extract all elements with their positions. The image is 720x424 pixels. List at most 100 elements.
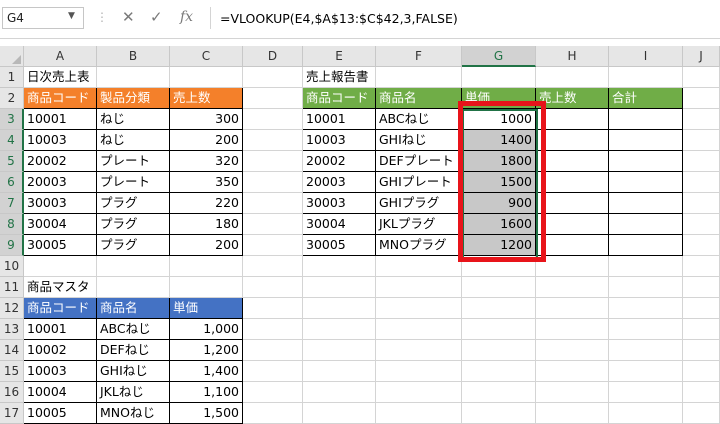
cell-e15[interactable] — [303, 361, 376, 382]
cell-j3[interactable] — [683, 109, 720, 130]
sales_report-cell-r4-c2[interactable]: 900 — [462, 193, 536, 214]
product_master-cell-r0-c1[interactable]: ABCねじ — [97, 319, 170, 340]
cell-c11[interactable] — [170, 277, 243, 298]
sales_report-header-0[interactable]: 商品コード — [303, 88, 376, 109]
column-header-e[interactable]: E — [303, 46, 376, 67]
cell-j17[interactable] — [683, 403, 720, 424]
row-header-13[interactable]: 13 — [0, 319, 24, 340]
daily_sales-cell-r0-c2[interactable]: 300 — [170, 109, 243, 130]
sales_report-cell-r3-c3[interactable] — [536, 172, 609, 193]
product_master-header-2[interactable]: 単価 — [170, 298, 243, 319]
cell-j6[interactable] — [683, 172, 720, 193]
cell-f11[interactable] — [376, 277, 462, 298]
cell-c10[interactable] — [170, 256, 243, 277]
row-header-9[interactable]: 9 — [0, 235, 24, 256]
cell-c1[interactable] — [170, 67, 243, 88]
cell-g16[interactable] — [462, 382, 536, 403]
daily_sales-cell-r6-c1[interactable]: プラグ — [97, 235, 170, 256]
daily_sales-cell-r2-c1[interactable]: プレート — [97, 151, 170, 172]
cell-d12[interactable] — [243, 298, 303, 319]
cell-i16[interactable] — [609, 382, 683, 403]
cell-d14[interactable] — [243, 340, 303, 361]
select-all-corner[interactable] — [0, 46, 24, 67]
column-header-j[interactable]: J — [683, 46, 720, 67]
sales_report-cell-r4-c0[interactable]: 30003 — [303, 193, 376, 214]
cell-a10[interactable] — [24, 256, 97, 277]
sales_report-cell-r0-c4[interactable] — [609, 109, 683, 130]
daily_sales-cell-r3-c2[interactable]: 350 — [170, 172, 243, 193]
daily_sales-header-0[interactable]: 商品コード — [24, 88, 97, 109]
cell-j9[interactable] — [683, 235, 720, 256]
product_master-cell-r2-c1[interactable]: GHIねじ — [97, 361, 170, 382]
cell-e11[interactable] — [303, 277, 376, 298]
row-header-6[interactable]: 6 — [0, 172, 24, 193]
daily_sales-header-2[interactable]: 売上数 — [170, 88, 243, 109]
sales_report-header-4[interactable]: 合計 — [609, 88, 683, 109]
cell-i15[interactable] — [609, 361, 683, 382]
cell-e17[interactable] — [303, 403, 376, 424]
column-header-a[interactable]: A — [24, 46, 97, 67]
daily_sales-cell-r1-c2[interactable]: 200 — [170, 130, 243, 151]
cell-d7[interactable] — [243, 193, 303, 214]
sales_report-cell-r6-c4[interactable] — [609, 235, 683, 256]
cell-e14[interactable] — [303, 340, 376, 361]
sales_report-cell-r5-c0[interactable]: 30004 — [303, 214, 376, 235]
sales_report-cell-r5-c2[interactable]: 1600 — [462, 214, 536, 235]
cell-g15[interactable] — [462, 361, 536, 382]
cell-j16[interactable] — [683, 382, 720, 403]
cell-i1[interactable] — [609, 67, 683, 88]
cell-j8[interactable] — [683, 214, 720, 235]
sales_report-cell-r2-c1[interactable]: DEFプレート — [376, 151, 462, 172]
cell-e12[interactable] — [303, 298, 376, 319]
product_master-cell-r4-c2[interactable]: 1,500 — [170, 403, 243, 424]
row-header-1[interactable]: 1 — [0, 67, 24, 88]
sales_report-cell-r6-c1[interactable]: MNOプラグ — [376, 235, 462, 256]
row-header-7[interactable]: 7 — [0, 193, 24, 214]
sales_report-cell-r5-c4[interactable] — [609, 214, 683, 235]
sales_report-cell-r2-c4[interactable] — [609, 151, 683, 172]
product_master-cell-r2-c0[interactable]: 10003 — [24, 361, 97, 382]
cell-h16[interactable] — [536, 382, 609, 403]
cell-e16[interactable] — [303, 382, 376, 403]
daily_sales-cell-r6-c2[interactable]: 200 — [170, 235, 243, 256]
column-header-c[interactable]: C — [170, 46, 243, 67]
cell-h10[interactable] — [536, 256, 609, 277]
cell-d15[interactable] — [243, 361, 303, 382]
cell-d13[interactable] — [243, 319, 303, 340]
sales_report-cell-r4-c1[interactable]: GHIプラグ — [376, 193, 462, 214]
cell-e10[interactable] — [303, 256, 376, 277]
cell-h1[interactable] — [536, 67, 609, 88]
cell-d11[interactable] — [243, 277, 303, 298]
sales_report-cell-r0-c1[interactable]: ABCねじ — [376, 109, 462, 130]
sales_report-cell-r2-c2[interactable]: 1800 — [462, 151, 536, 172]
product_master-cell-r1-c2[interactable]: 1,200 — [170, 340, 243, 361]
column-header-i[interactable]: I — [609, 46, 683, 67]
cell-j4[interactable] — [683, 130, 720, 151]
row-header-10[interactable]: 10 — [0, 256, 24, 277]
row-header-12[interactable]: 12 — [0, 298, 24, 319]
daily_sales-cell-r4-c1[interactable]: プラグ — [97, 193, 170, 214]
product_master-header-1[interactable]: 商品名 — [97, 298, 170, 319]
column-header-b[interactable]: B — [97, 46, 170, 67]
daily_sales-cell-r1-c1[interactable]: ねじ — [97, 130, 170, 151]
product_master-header-0[interactable]: 商品コード — [24, 298, 97, 319]
cell-j2[interactable] — [683, 88, 720, 109]
cell-d3[interactable] — [243, 109, 303, 130]
cell-d6[interactable] — [243, 172, 303, 193]
cell-g12[interactable] — [462, 298, 536, 319]
daily_sales-cell-r5-c0[interactable]: 30004 — [24, 214, 97, 235]
row-header-15[interactable]: 15 — [0, 361, 24, 382]
cell-j11[interactable] — [683, 277, 720, 298]
cell-i17[interactable] — [609, 403, 683, 424]
row-header-11[interactable]: 11 — [0, 277, 24, 298]
name-box-dropdown-icon[interactable]: ▼ — [68, 11, 75, 21]
daily_sales-cell-r5-c2[interactable]: 180 — [170, 214, 243, 235]
column-header-g[interactable]: G — [462, 46, 536, 67]
cell-f10[interactable] — [376, 256, 462, 277]
daily_sales-cell-r6-c0[interactable]: 30005 — [24, 235, 97, 256]
row-header-14[interactable]: 14 — [0, 340, 24, 361]
checkmark-icon[interactable]: ✓ — [150, 9, 163, 25]
cell-i10[interactable] — [609, 256, 683, 277]
product_master-cell-r1-c0[interactable]: 10002 — [24, 340, 97, 361]
daily_sales-header-1[interactable]: 製品分類 — [97, 88, 170, 109]
